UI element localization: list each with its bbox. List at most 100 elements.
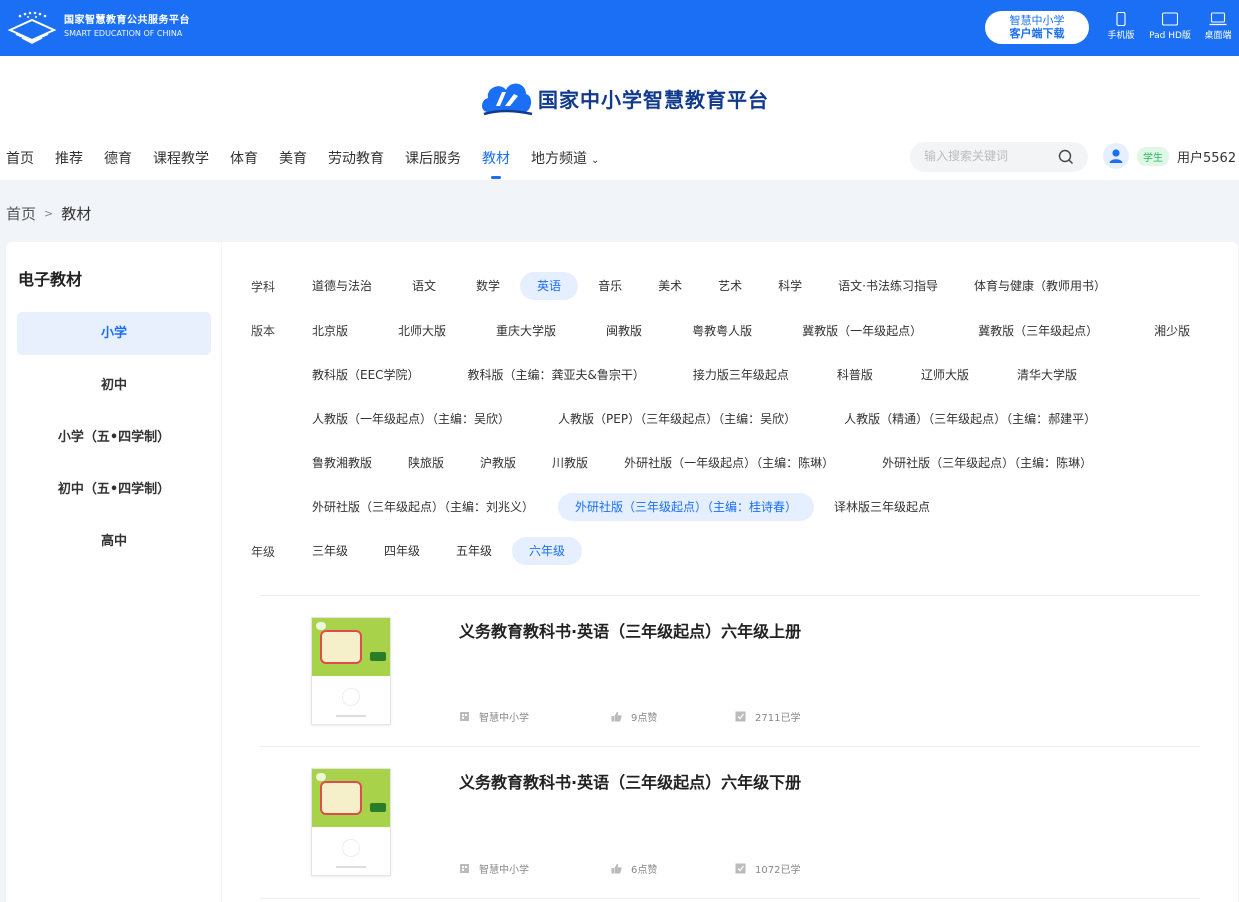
edition-chip[interactable]: 辽师大版	[909, 361, 981, 389]
edition-chip[interactable]: 川教版	[540, 449, 600, 477]
subject-chip[interactable]: 艺术	[706, 272, 754, 300]
book-title[interactable]: 义务教育教科书·英语（三年级起点）六年级上册	[459, 618, 801, 642]
sidebar-item-primary[interactable]: 小学	[17, 312, 211, 355]
top-bar: 国家智慧教育公共服务平台 SMART EDUCATION OF CHINA 智慧…	[0, 0, 1239, 56]
desktop-version-link[interactable]: 桌面端	[1200, 12, 1236, 41]
edition-chip[interactable]: 外研社版（一年级起点）（主编：陈琳）	[612, 449, 846, 477]
platform-logo-icon	[7, 11, 57, 44]
subject-chip[interactable]: 音乐	[586, 272, 634, 300]
user-icon	[1109, 149, 1123, 163]
edition-chip[interactable]: 北师大版	[386, 317, 458, 345]
cover-publisher-line	[336, 715, 366, 717]
subject-chip[interactable]: 语文	[400, 272, 448, 300]
sidebar-item-senior[interactable]: 高中	[17, 520, 211, 563]
grade-chip[interactable]: 三年级	[300, 537, 360, 565]
tablet-icon	[1162, 12, 1178, 26]
edition-chip[interactable]: 冀教版（三年级起点）	[966, 317, 1110, 345]
edition-chip[interactable]: 鲁教湘教版	[300, 449, 384, 477]
learners-icon	[735, 711, 746, 722]
sidebar-item-primary-54[interactable]: 小学（五•四学制）	[17, 416, 211, 459]
subject-filter-row: 道德与法治 语文 数学 英语 音乐 美术 艺术 科学 语文·书法练习指导 体育与…	[300, 272, 1130, 300]
nav-home[interactable]: 首页	[6, 148, 34, 180]
subject-chip[interactable]: 语文·书法练习指导	[826, 272, 950, 300]
download-line1: 智慧中小学	[1009, 14, 1065, 27]
breadcrumb-separator: >	[44, 207, 54, 220]
likes: 9点赞	[611, 709, 735, 724]
book-cover[interactable]	[311, 617, 391, 725]
nav-local-channel[interactable]: 地方频道 ⌄	[531, 148, 599, 180]
cover-badge	[370, 803, 386, 812]
edition-chip[interactable]: 清华大学版	[1005, 361, 1089, 389]
breadcrumb-current: 教材	[61, 205, 92, 223]
search-icon[interactable]	[1058, 149, 1074, 165]
edition-chip[interactable]: 陕旅版	[396, 449, 456, 477]
brand[interactable]: 国家智慧教育公共服务平台 SMART EDUCATION OF CHINA	[6, 10, 190, 44]
nav-textbooks[interactable]: 教材	[482, 148, 510, 180]
cover-emblem	[316, 622, 326, 630]
nav-labor[interactable]: 劳动教育	[328, 148, 384, 180]
edition-chip[interactable]: 人教版（一年级起点）（主编：吴欣）	[300, 405, 522, 433]
desktop-version-label: 桌面端	[1204, 31, 1232, 41]
pad-version-label: Pad HD版	[1149, 31, 1191, 41]
nav-moral-education[interactable]: 德育	[104, 148, 132, 180]
cover-circle	[342, 688, 360, 706]
subject-chip[interactable]: 数学	[464, 272, 512, 300]
sidebar-item-junior[interactable]: 初中	[17, 364, 211, 407]
edition-chip[interactable]: 沪教版	[468, 449, 528, 477]
subject-chip-active[interactable]: 英语	[520, 272, 579, 300]
subject-chip[interactable]: 科学	[766, 272, 814, 300]
grade-chip-active[interactable]: 六年级	[512, 537, 583, 565]
cover-emblem	[316, 773, 326, 781]
user-name[interactable]: 用户5562	[1177, 147, 1236, 166]
breadcrumb-home[interactable]: 首页	[6, 203, 36, 224]
edition-chip[interactable]: 科普版	[825, 361, 885, 389]
mobile-version-link[interactable]: 手机版	[1104, 12, 1138, 41]
edition-filter-row-2: 教科版（EEC学院） 教科版（主编：龚亚夫&鲁宗干） 接力版三年级起点 科普版 …	[300, 361, 1101, 389]
edition-chip[interactable]: 外研社版（三年级起点）（主编：陈琳）	[870, 449, 1104, 477]
cover-title-block	[320, 781, 362, 815]
edition-chip[interactable]: 外研社版（三年级起点）（主编：刘兆义）	[300, 493, 546, 521]
site-title-link[interactable]: 国家中小学智慧教育平台	[478, 76, 769, 120]
publisher-name: 智慧中小学	[479, 713, 529, 724]
edition-chip[interactable]: 人教版（PEP）（三年级起点）（主编：吴欣）	[546, 405, 808, 433]
edition-filter-row-5: 外研社版（三年级起点）（主编：刘兆义） 外研社版（三年级起点）（主编：桂诗春） …	[300, 493, 954, 521]
role-badge: 学生	[1137, 146, 1169, 166]
sidebar-item-junior-54[interactable]: 初中（五•四学制）	[17, 468, 211, 511]
nav-sports[interactable]: 体育	[230, 148, 258, 180]
edition-chip[interactable]: 粤教粤人版	[680, 317, 764, 345]
grade-chip[interactable]: 五年级	[444, 537, 504, 565]
subject-chip[interactable]: 道德与法治	[300, 272, 384, 300]
site-title: 国家中小学智慧教育平台	[538, 87, 769, 112]
edition-chip[interactable]: 闽教版	[594, 317, 654, 345]
subject-chip[interactable]: 体育与健康（教师用书）	[962, 272, 1118, 300]
grade-chip[interactable]: 四年级	[372, 537, 432, 565]
book-title[interactable]: 义务教育教科书·英语（三年级起点）六年级下册	[459, 769, 801, 793]
edition-chip[interactable]: 教科版（主编：龚亚夫&鲁宗干）	[456, 361, 657, 389]
book-cover[interactable]	[311, 768, 391, 876]
client-download-button[interactable]: 智慧中小学 客户端下载	[985, 11, 1089, 44]
pad-version-link[interactable]: Pad HD版	[1144, 12, 1196, 41]
nav-recommend[interactable]: 推荐	[55, 148, 83, 180]
edition-chip[interactable]: 重庆大学版	[484, 317, 568, 345]
nav-course-teaching[interactable]: 课程教学	[153, 148, 209, 180]
chevron-down-icon: ⌄	[591, 155, 600, 166]
avatar[interactable]	[1103, 143, 1129, 169]
nav-aesthetic[interactable]: 美育	[279, 148, 307, 180]
edition-filter-row-3: 人教版（一年级起点）（主编：吴欣） 人教版（PEP）（三年级起点）（主编：吴欣）…	[300, 405, 1120, 433]
edition-chip[interactable]: 译林版三年级起点	[822, 493, 942, 521]
subject-chip[interactable]: 美术	[646, 272, 694, 300]
edition-chip[interactable]: 接力版三年级起点	[681, 361, 801, 389]
edition-chip[interactable]: 人教版（精通）（三年级起点）（主编：郝建平）	[832, 405, 1108, 433]
edition-chip[interactable]: 教科版（EEC学院）	[300, 361, 432, 389]
edition-chip[interactable]: 湘少版	[1142, 317, 1202, 345]
search-input[interactable]	[924, 149, 1054, 163]
site-header: 国家中小学智慧教育平台 首页 推荐 德育 课程教学 体育 美育 劳动教育 课后服…	[0, 56, 1239, 180]
edition-chip-active[interactable]: 外研社版（三年级起点）（主编：桂诗春）	[558, 493, 815, 521]
publisher-name: 智慧中小学	[479, 865, 529, 876]
cover-title-block	[320, 630, 362, 664]
learners-count: 1072已学	[755, 865, 801, 876]
edition-chip[interactable]: 北京版	[300, 317, 360, 345]
edition-chip[interactable]: 冀教版（一年级起点）	[790, 317, 934, 345]
nav-after-school[interactable]: 课后服务	[405, 148, 461, 180]
user-menu[interactable]: 学生 用户5562	[1103, 143, 1236, 169]
